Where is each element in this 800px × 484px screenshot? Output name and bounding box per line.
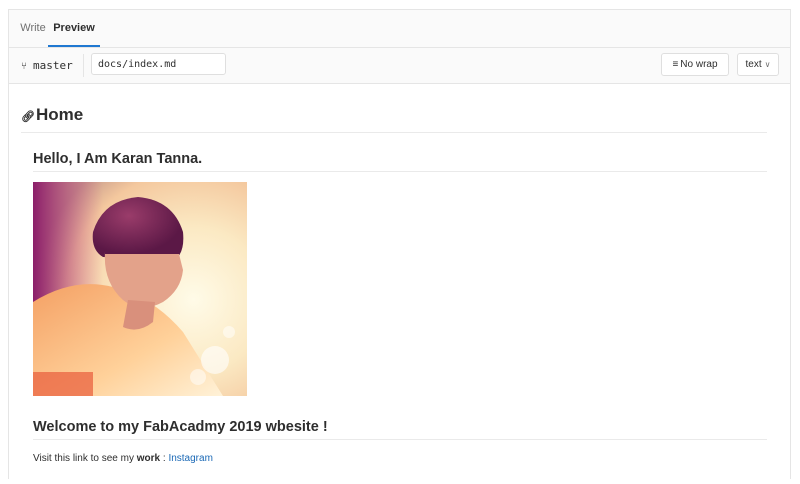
para-text: Visit this link to see my — [33, 453, 137, 464]
heading-home-text: Home — [35, 105, 84, 124]
heading-underline — [21, 132, 767, 133]
file-path-input[interactable] — [91, 53, 226, 75]
heading-intro: Hello, I Am Karan Tanna. — [33, 151, 203, 167]
wrap-lines-icon: ≡ — [672, 59, 679, 70]
language-select[interactable]: text ∨ — [737, 53, 779, 76]
heading-home: 🔗︎Home — [21, 105, 83, 125]
tab-preview[interactable]: Preview — [48, 10, 100, 47]
toolbar-divider — [83, 54, 84, 77]
heading-underline — [33, 171, 767, 172]
chevron-down-icon: ∨ — [764, 60, 771, 69]
branch-icon: ⑂ — [21, 61, 27, 72]
file-toolbar: ⑂ master ≡No wrap text∨ — [9, 48, 790, 84]
branch-name: master — [33, 59, 73, 72]
link-icon[interactable]: 🔗︎ — [21, 111, 35, 123]
paragraph-link: Visit this link to see my work : Instagr… — [33, 453, 213, 464]
instagram-link[interactable]: Instagram — [168, 453, 212, 464]
para-bold: work — [136, 453, 161, 464]
tab-write[interactable]: Write — [17, 10, 49, 46]
language-label: text — [745, 59, 762, 70]
file-editor: Write Preview ⑂master ≡No wrap text∨ 🔗︎H… — [8, 9, 791, 484]
branch-indicator: ⑂ master — [21, 48, 73, 83]
heading-underline — [33, 439, 767, 440]
markdown-preview: 🔗︎Home Hello, I Am Karan Tanna. Welcome … — [9, 84, 790, 484]
no-wrap-label: No wrap — [680, 59, 718, 70]
heading-welcome: Welcome to my FabAcadmy 2019 wbesite ! — [33, 419, 328, 435]
editor-tabs: Write Preview — [9, 10, 790, 48]
no-wrap-button[interactable]: ≡ No wrap — [661, 53, 729, 76]
profile-photo — [33, 182, 247, 396]
